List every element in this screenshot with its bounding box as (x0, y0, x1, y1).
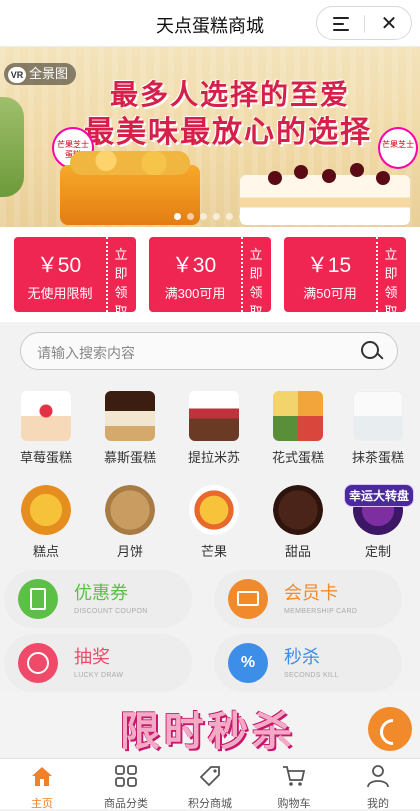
membership-card-entry[interactable]: 会员卡 MEMBERSHIP CARD (214, 570, 402, 628)
category-label: 甜品 (284, 544, 311, 559)
feature-name: 优惠券 (74, 583, 128, 603)
category-label: 抹茶蛋糕 (351, 450, 404, 465)
flash-sale-banner[interactable]: 限时秒杀 (0, 693, 420, 758)
claim-button[interactable]: 立即领取 (112, 245, 130, 321)
category-label: 草莓蛋糕 (19, 450, 72, 465)
lucky-wheel-badge[interactable]: 幸运大转盘 (334, 479, 416, 513)
coupon-amount: ￥15 (306, 254, 352, 277)
flash-sale-title: 限时秒杀 (120, 710, 296, 754)
lucky-draw-entry[interactable]: 抽奖 LUCKY DRAW (4, 634, 192, 692)
category-mooncake[interactable]: 月饼 (88, 479, 172, 563)
strawberry-cake-icon (21, 391, 71, 441)
feature-subtitle: DISCOUNT COUPON (74, 608, 148, 615)
category-label: 月饼 (116, 544, 143, 559)
tab-points-mall[interactable]: 积分商城 (168, 759, 252, 810)
category-pastry[interactable]: 糕点 (4, 479, 88, 563)
mini-program-capsule: ✕ (316, 6, 412, 40)
pastry-icon (21, 485, 71, 535)
banner-headline-2: 最美味最放心的选择 (84, 116, 372, 149)
category-fancy-cake[interactable]: 花式蛋糕 (256, 385, 340, 469)
feature-entries: 优惠券 DISCOUNT COUPON 会员卡 MEMBERSHIP CARD … (0, 568, 420, 693)
feature-subtitle: SECONDS KILL (284, 672, 339, 679)
category-label: 慕斯蛋糕 (103, 450, 156, 465)
category-tiramisu[interactable]: 提拉米苏 (172, 385, 256, 469)
coupon-condition: 满300可用 (164, 286, 226, 301)
card-icon (228, 579, 268, 619)
coupon-condition: 满50可用 (303, 286, 357, 301)
claim-button[interactable]: 立即领取 (382, 245, 400, 321)
mousse-cake-icon (105, 391, 155, 441)
tag-icon (199, 766, 220, 787)
tab-categories[interactable]: 商品分类 (84, 759, 168, 810)
coupon-amount: ￥50 (36, 254, 82, 277)
search-bar[interactable]: 请输入搜索内容 (20, 332, 398, 370)
category-label: 糕点 (32, 544, 59, 559)
home-icon (32, 767, 52, 786)
banner-tag-right: 芒果芝士 (378, 127, 418, 169)
fancy-cake-icon (273, 391, 323, 441)
bottom-tab-bar: 主页 商品分类 积分商城 购物车 我的 (0, 758, 420, 810)
coupon-card[interactable]: ￥50 无使用限制 立即领取 (14, 237, 136, 319)
tiramisu-icon (189, 391, 239, 441)
user-icon (367, 765, 389, 788)
coupon-amount: ￥30 (171, 254, 217, 277)
vr-icon: VR (8, 67, 26, 83)
category-label: 提拉米苏 (187, 450, 240, 465)
category-strawberry-cake[interactable]: 草莓蛋糕 (4, 385, 88, 469)
category-grid: 草莓蛋糕 慕斯蛋糕 提拉米苏 花式蛋糕 抹茶蛋糕 糕点 月饼 芒果 甜品 定制 … (0, 385, 420, 565)
coupon-condition: 无使用限制 (27, 286, 93, 301)
category-label: 花式蛋糕 (271, 450, 324, 465)
banner-carousel[interactable]: VR全景图 最多人选择的至爱 最美味最放心的选择 芒果芝士蛋糕 芒果芝士 (0, 47, 420, 227)
coupon-icon (18, 579, 58, 619)
category-label: 定制 (364, 544, 391, 559)
search-icon[interactable] (361, 341, 383, 363)
mango-icon (189, 485, 239, 535)
tab-cart[interactable]: 购物车 (252, 759, 336, 810)
banner-decoration (0, 97, 24, 197)
tab-profile[interactable]: 我的 (336, 759, 420, 810)
coupon-strip: ￥50 无使用限制 立即领取 ￥30 满300可用 立即领取 ￥15 满50可用… (0, 227, 420, 322)
category-label: 芒果 (200, 544, 227, 559)
feature-name: 秒杀 (284, 647, 320, 667)
menu-icon[interactable] (331, 16, 351, 32)
tab-home[interactable]: 主页 (0, 759, 84, 810)
vr-label: 全景图 (29, 66, 69, 81)
category-mango[interactable]: 芒果 (172, 479, 256, 563)
dessert-icon (273, 485, 323, 535)
flash-sale-entry[interactable]: % 秒杀 SECONDS KILL (214, 634, 402, 692)
coupon-card[interactable]: ￥15 满50可用 立即领取 (284, 237, 406, 319)
mooncake-icon (105, 485, 155, 535)
category-matcha-cake[interactable]: 抹茶蛋糕 (336, 385, 420, 469)
category-dessert[interactable]: 甜品 (256, 479, 340, 563)
feature-subtitle: LUCKY DRAW (74, 672, 124, 679)
grid-icon (115, 765, 137, 787)
lucky-wheel-label: 幸运大转盘 (344, 484, 415, 507)
coupon-entry[interactable]: 优惠券 DISCOUNT COUPON (4, 570, 192, 628)
matcha-cake-icon (353, 391, 403, 441)
feature-subtitle: MEMBERSHIP CARD (284, 608, 358, 615)
phone-icon[interactable] (368, 707, 412, 751)
top-bar: 天点蛋糕商城 ✕ (0, 0, 420, 47)
vr-panorama-button[interactable]: VR 全景图 (4, 63, 77, 85)
percent-icon: % (228, 643, 268, 683)
close-icon[interactable]: ✕ (375, 14, 403, 34)
category-mousse-cake[interactable]: 慕斯蛋糕 (88, 385, 172, 469)
clock-icon (18, 643, 58, 683)
cart-icon (283, 766, 306, 786)
carousel-dots (174, 207, 252, 225)
feature-name: 抽奖 (74, 647, 110, 667)
search-input[interactable]: 请输入搜索内容 (37, 343, 135, 363)
coupon-card[interactable]: ￥30 满300可用 立即领取 (149, 237, 271, 319)
claim-button[interactable]: 立即领取 (247, 245, 265, 321)
feature-name: 会员卡 (284, 583, 338, 603)
